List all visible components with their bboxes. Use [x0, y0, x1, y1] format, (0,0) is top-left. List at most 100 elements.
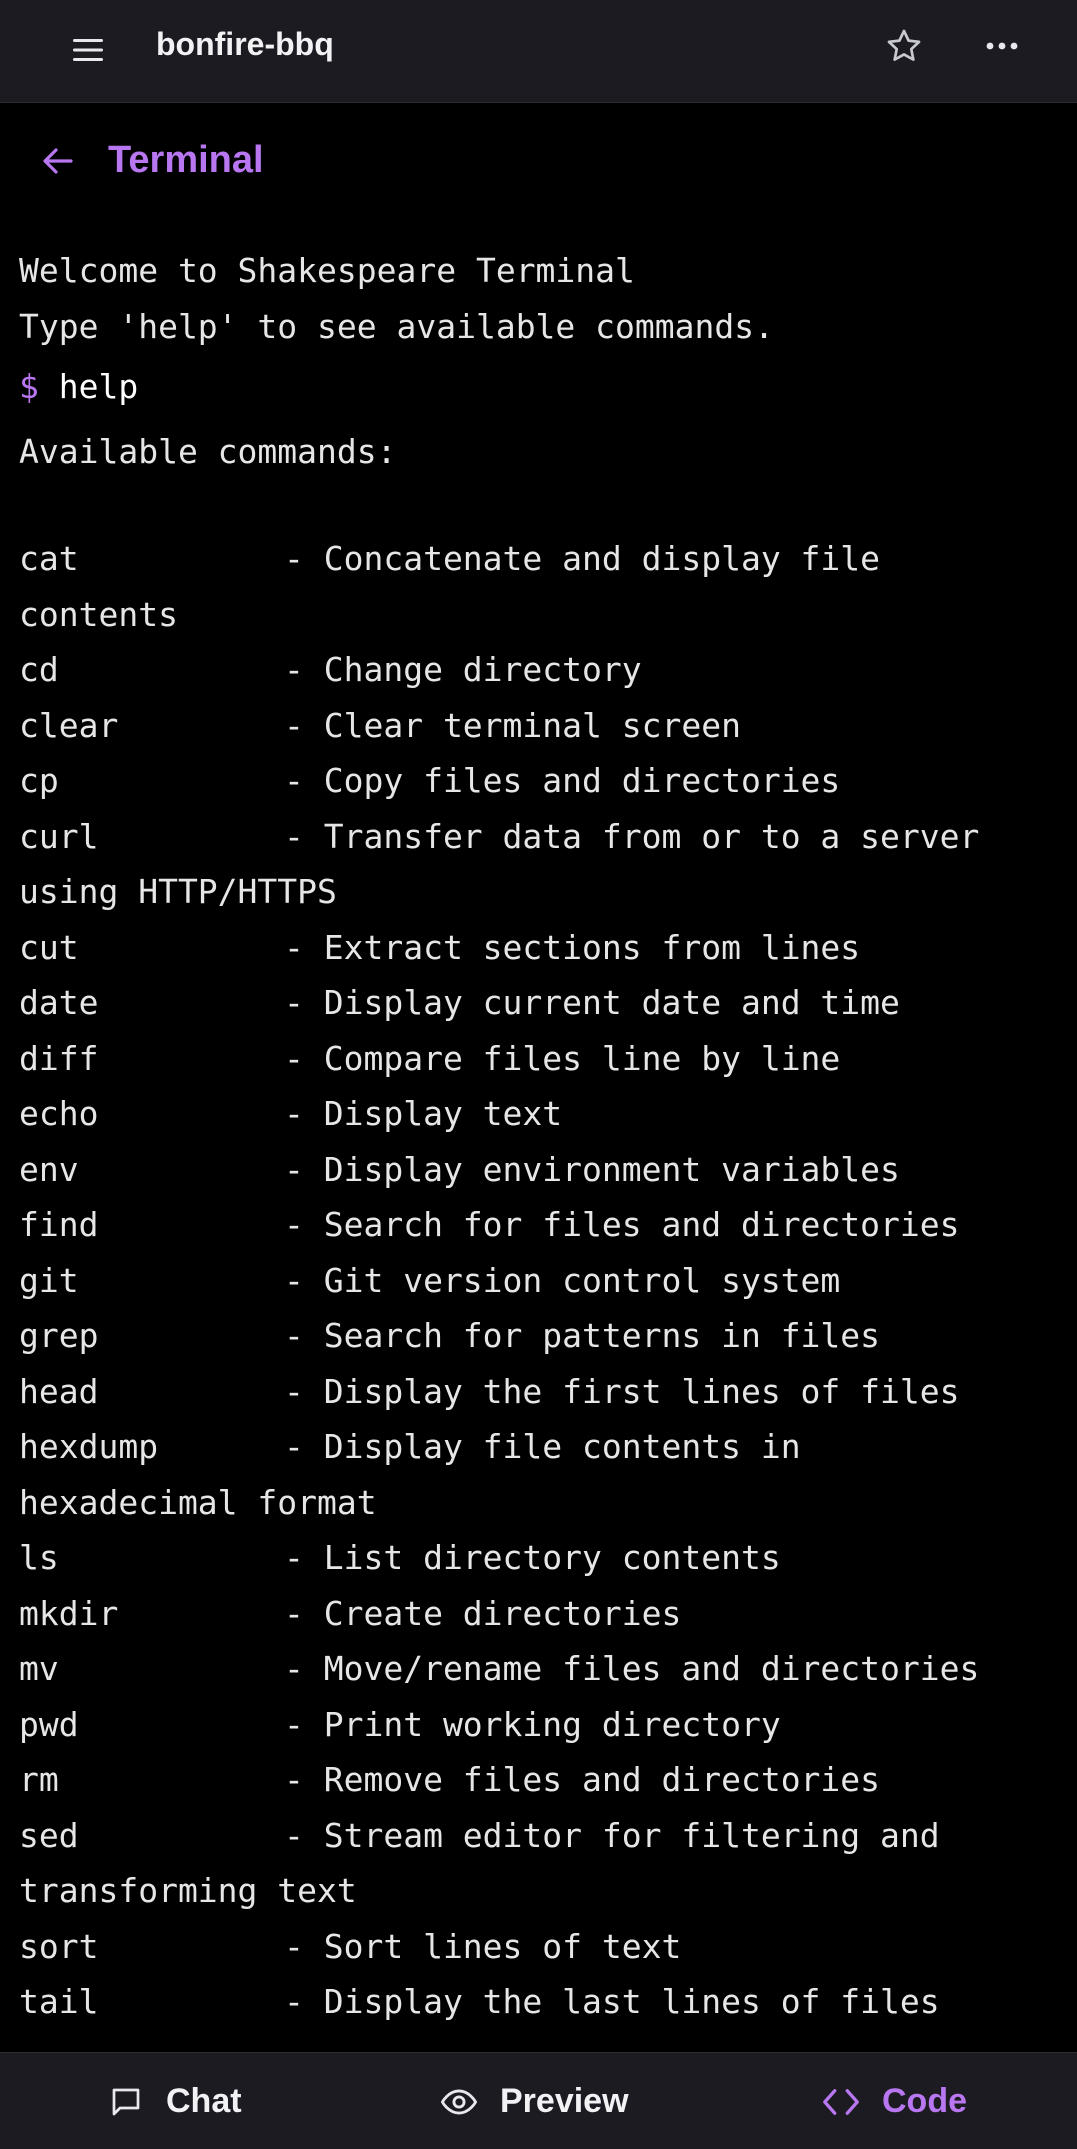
command-name: diff — [19, 1038, 99, 1078]
command-name: ls — [19, 1538, 59, 1577]
command-list: cat - Concatenate and display file content… — [19, 531, 1059, 2030]
command-row: cp - Copy files and directories — [19, 753, 1059, 809]
command-name: mkdir — [19, 1593, 119, 1633]
command-name: sort — [19, 1926, 99, 1966]
command-description: - Copy files and directories — [284, 761, 841, 800]
nav-code-label: Code — [882, 2082, 967, 2120]
welcome-line: Welcome to Shakespeare Terminal — [19, 251, 635, 290]
command-name: pwd — [19, 1704, 79, 1744]
back-button[interactable] — [36, 139, 80, 183]
command-description: - Display the last lines of files — [284, 1982, 940, 2021]
command-description: - Search for patterns in files — [284, 1316, 881, 1355]
menu-icon — [73, 39, 103, 61]
terminal-header: Terminal — [0, 103, 1077, 219]
command-name: sed — [19, 1815, 79, 1855]
command-row: grep - Search for patterns in files — [19, 1308, 1059, 1364]
star-icon — [887, 29, 921, 61]
command-row: mv - Move/rename files and directories — [19, 1641, 1059, 1697]
nav-chat[interactable]: Chat — [108, 2053, 242, 2149]
command-description: - Concatenate and display file — [284, 539, 881, 578]
nav-code[interactable]: Code — [822, 2053, 967, 2149]
entered-command: help — [58, 367, 139, 406]
command-row: diff - Compare files line by line — [19, 1031, 1059, 1087]
command-description: - Display text — [284, 1094, 563, 1133]
command-row: echo - Display text — [19, 1086, 1059, 1142]
command-description: - Git version control system — [284, 1260, 841, 1300]
command-description: - Compare files line by line — [284, 1038, 841, 1078]
command-row: cd - Change directory — [19, 642, 1059, 698]
command-name: env — [19, 1149, 79, 1189]
command-row: sort - Sort lines of text — [19, 1919, 1059, 1975]
command-description: - Change directory — [284, 650, 642, 689]
command-description: - Stream editor for filtering and — [284, 1815, 940, 1855]
command-name: cp — [19, 761, 59, 800]
command-row: mkdir - Create directories — [19, 1586, 1059, 1642]
command-description: - Extract sections from lines — [284, 927, 861, 967]
more-icon — [986, 42, 1018, 50]
command-description: - List directory contents — [284, 1538, 781, 1577]
command-row: git - Git version control system — [19, 1253, 1059, 1309]
command-row: cut - Extract sections from lines — [19, 920, 1059, 976]
favorite-button[interactable] — [876, 18, 932, 74]
command-name: rm — [19, 1760, 59, 1799]
menu-button[interactable] — [60, 22, 116, 78]
command-row: head - Display the first lines of files — [19, 1364, 1059, 1420]
command-name: cd — [19, 650, 59, 689]
command-row: sed - Stream editor for filtering and — [19, 1808, 1059, 1864]
command-name: tail — [19, 1982, 99, 2021]
command-name: git — [19, 1260, 79, 1300]
command-row: pwd - Print working directory — [19, 1697, 1059, 1753]
command-description: - Search for files and directories — [284, 1205, 960, 1244]
command-description-continued: using HTTP/HTTPS — [19, 872, 337, 911]
command-name: clear — [19, 705, 119, 745]
command-name: date — [19, 983, 99, 1022]
command-description: - Clear terminal screen — [284, 705, 741, 745]
nav-preview-label: Preview — [500, 2082, 629, 2120]
command-row: curl - Transfer data from or to a server — [19, 809, 1059, 865]
command-row: date - Display current date and time — [19, 975, 1059, 1031]
command-row: env - Display environment variables — [19, 1142, 1059, 1198]
top-bar: bonfire-bbq — [0, 0, 1077, 103]
available-commands-header: Available commands: — [19, 432, 397, 471]
command-description: - Display file contents in — [284, 1427, 801, 1466]
command-name: cut — [19, 927, 79, 967]
project-title: bonfire-bbq — [156, 26, 334, 62]
code-icon — [823, 2088, 859, 2115]
command-description-continued: contents — [19, 594, 178, 634]
command-name: curl — [19, 816, 99, 856]
terminal-output[interactable]: Welcome to Shakespeare Terminal Type 'he… — [19, 243, 1059, 2053]
command-description: - Move/rename files and directories — [284, 1649, 980, 1688]
bottom-nav: Chat Preview Code — [0, 2052, 1077, 2149]
command-description: - Create directories — [284, 1593, 682, 1633]
command-row: cat - Concatenate and display file — [19, 531, 1059, 587]
terminal-title: Terminal — [108, 139, 264, 181]
command-row: ls - List directory contents — [19, 1530, 1059, 1586]
eye-icon — [440, 2088, 478, 2115]
command-description: - Sort lines of text — [284, 1926, 682, 1966]
nav-preview[interactable]: Preview — [440, 2053, 629, 2149]
command-row: hexdump - Display file contents in — [19, 1419, 1059, 1475]
command-name: cat — [19, 539, 79, 578]
chat-icon — [112, 2088, 140, 2115]
arrow-left-icon — [43, 148, 73, 174]
command-row: rm - Remove files and directories — [19, 1752, 1059, 1808]
command-description: - Transfer data from or to a server — [284, 816, 980, 856]
command-name: grep — [19, 1316, 99, 1355]
prompt-symbol: $ — [19, 367, 39, 406]
command-name: echo — [19, 1094, 99, 1133]
command-description: - Display environment variables — [284, 1149, 900, 1189]
command-row: find - Search for files and directories — [19, 1197, 1059, 1253]
command-description: - Display the first lines of files — [284, 1371, 960, 1411]
command-name: hexdump — [19, 1427, 159, 1466]
command-name: mv — [19, 1649, 59, 1688]
more-options-button[interactable] — [974, 18, 1030, 74]
prompt-line: $ help — [19, 354, 1059, 420]
command-description-continued: hexadecimal format — [19, 1482, 377, 1522]
command-description: - Display current date and time — [284, 983, 900, 1022]
app-root: bonfire-bbq Terminal Welcome to Shakespe… — [0, 0, 1077, 2149]
nav-chat-label: Chat — [166, 2082, 242, 2120]
command-name: find — [19, 1205, 99, 1244]
command-row: tail - Display the last lines of files — [19, 1974, 1059, 2030]
hint-line: Type 'help' to see available commands. — [19, 306, 774, 346]
